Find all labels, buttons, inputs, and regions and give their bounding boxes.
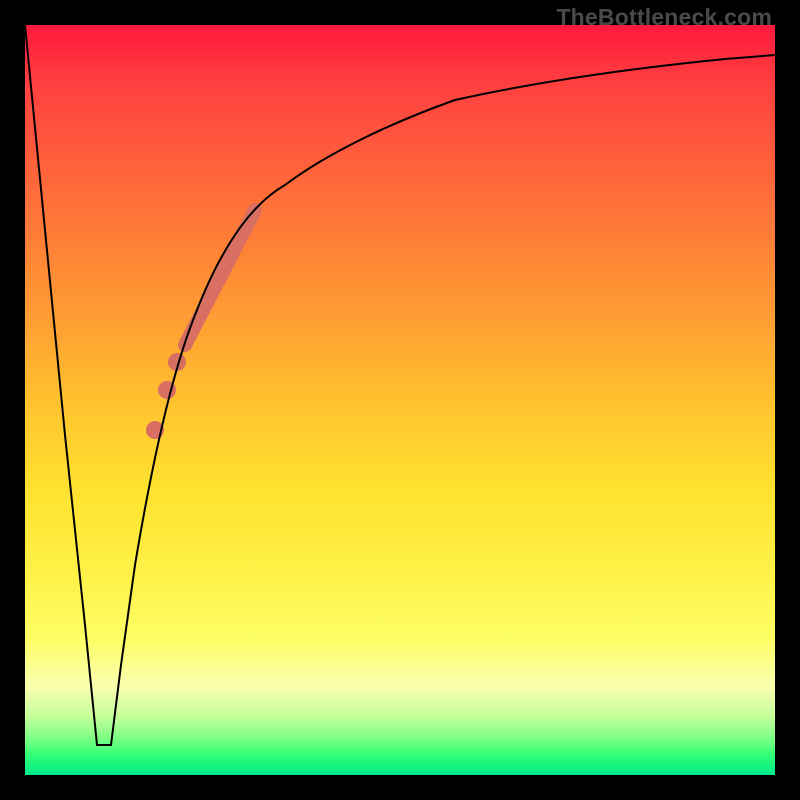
highlight-segment (185, 210, 255, 345)
bottleneck-curve (25, 25, 775, 745)
watermark-text: TheBottleneck.com (556, 4, 772, 31)
plot-area (25, 25, 775, 775)
chart-frame: TheBottleneck.com (0, 0, 800, 800)
chart-svg (25, 25, 775, 775)
highlight-markers (146, 210, 255, 439)
